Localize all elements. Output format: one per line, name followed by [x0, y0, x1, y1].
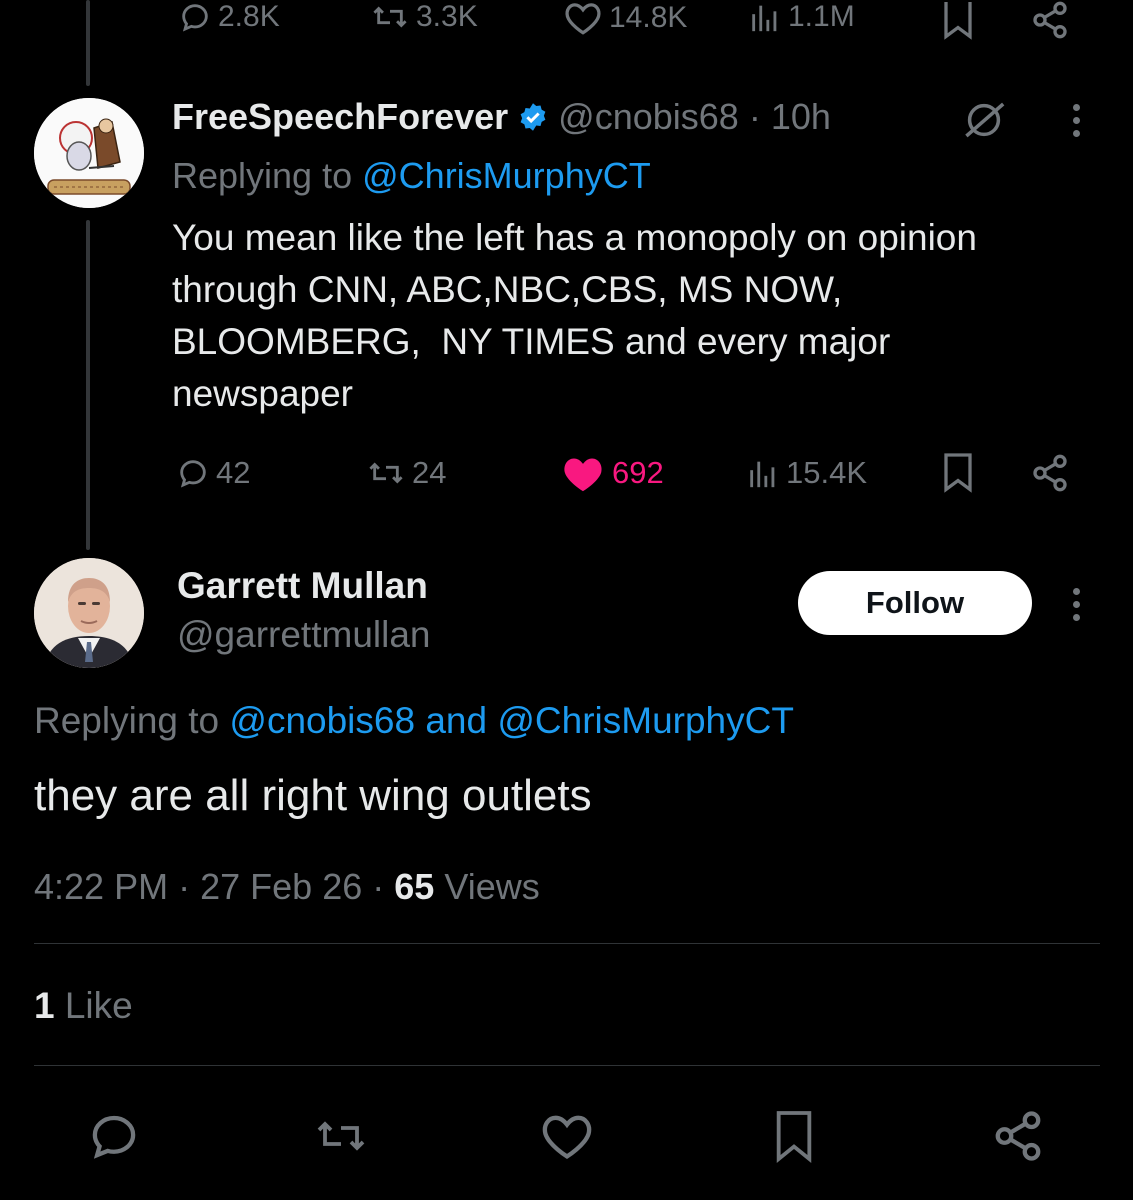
repost-action[interactable]: 24 [366, 448, 446, 498]
replying-prefix: Replying to [34, 700, 220, 741]
timestamp[interactable]: 10h [771, 96, 831, 138]
share-action[interactable] [1030, 448, 1070, 498]
views-label: Views [444, 866, 540, 907]
tweet-text-line: BLOOMBERG, NY TIMES and every major [172, 321, 891, 362]
reply-action[interactable]: 2.8K [178, 0, 280, 34]
bookmark-icon [944, 2, 972, 40]
more-options-icon[interactable] [1073, 588, 1080, 621]
repost-count: 3.3K [416, 0, 478, 33]
views-icon [752, 5, 777, 32]
tweet-date[interactable]: 27 Feb 26 [200, 866, 362, 907]
replying-and: and [425, 700, 488, 741]
follow-button[interactable]: Follow [798, 571, 1032, 635]
separator-dot: · [748, 96, 761, 137]
bookmark-action[interactable] [940, 0, 976, 40]
views-action[interactable]: 1.1M [748, 0, 855, 34]
verified-badge-icon [520, 103, 546, 131]
heart-filled-icon [564, 458, 602, 492]
views-icon [750, 461, 775, 488]
views-count: 65 [394, 866, 435, 907]
divider [34, 1065, 1100, 1066]
replying-to: Replying to @ChrisMurphyCT [172, 155, 651, 197]
more-options-icon[interactable] [1073, 104, 1080, 137]
handle[interactable]: @garrettmullan [177, 614, 431, 656]
like-action[interactable]: 692 [560, 448, 664, 498]
share-action[interactable] [1030, 0, 1070, 40]
mention-link[interactable]: @ChrisMurphyCT [497, 700, 794, 741]
views-action[interactable]: 15.4K [746, 448, 867, 498]
heart-icon [542, 1115, 592, 1160]
tweet1-actions: 42 24 692 15.4K [0, 448, 1133, 498]
share-icon [1033, 454, 1067, 492]
separator-dot: · [372, 866, 385, 907]
views-count: 1.1M [788, 0, 855, 33]
tweet-text-line: newspaper [172, 373, 354, 414]
reply-count: 42 [216, 455, 251, 490]
mention-link[interactable]: @ChrisMurphyCT [362, 155, 651, 196]
like-action[interactable]: 14.8K [563, 0, 687, 36]
divider [34, 943, 1100, 944]
repost-button[interactable] [313, 1108, 369, 1164]
thread-line-middle [86, 220, 90, 550]
views-count: 15.4K [786, 455, 868, 490]
repost-icon [317, 1121, 365, 1151]
bookmark-icon [944, 453, 972, 493]
profile-photo-image [34, 558, 144, 668]
reply-icon [180, 460, 206, 488]
display-name[interactable]: Garrett Mullan [177, 565, 428, 607]
like-count: 692 [612, 455, 664, 490]
avatar[interactable] [34, 98, 144, 208]
separator-dot: · [178, 866, 191, 907]
handle[interactable]: @cnobis68 [558, 96, 739, 138]
cartoon-avatar-image [34, 98, 144, 208]
like-count: 14.8K [609, 1, 688, 34]
reply-icon [92, 1115, 136, 1159]
tweet1-text: You mean like the left has a monopoly on… [172, 212, 1072, 420]
repost-icon [369, 462, 403, 484]
bookmark-button[interactable] [766, 1108, 822, 1164]
reply-icon [182, 4, 208, 32]
reply-count: 2.8K [218, 0, 280, 33]
tweet-text-line: You mean like the left has a monopoly on… [172, 217, 977, 258]
bookmark-icon [776, 1111, 812, 1164]
bookmark-action[interactable] [940, 448, 976, 498]
like-button[interactable] [539, 1108, 595, 1164]
replying-to: Replying to @cnobis68 and @ChrisMurphyCT [34, 700, 794, 742]
heart-icon [565, 3, 601, 35]
tweet-time[interactable]: 4:22 PM [34, 866, 168, 907]
tweet1-header: FreeSpeechForever @cnobis68 · 10h [172, 96, 831, 138]
reply-button[interactable] [86, 1108, 142, 1164]
share-icon [1033, 1, 1067, 39]
tweet-text: they are all right wing outlets [34, 771, 592, 820]
tweet-metadata: 4:22 PM · 27 Feb 26 · 65 Views [34, 866, 540, 908]
tweet-text-line: through CNN, ABC,NBC,CBS, MS NOW, [172, 269, 843, 310]
repost-count: 24 [412, 455, 447, 490]
repost-icon [373, 6, 407, 28]
repost-action[interactable]: 3.3K [370, 0, 478, 34]
avatar[interactable] [34, 558, 144, 668]
like-label: Like [64, 985, 133, 1026]
replying-prefix: Replying to [172, 155, 353, 196]
grok-button[interactable] [960, 100, 1008, 145]
likes-summary[interactable]: 1 Like [34, 985, 133, 1027]
grok-icon [965, 102, 1005, 138]
reply-action[interactable]: 42 [176, 448, 250, 498]
share-button[interactable] [990, 1108, 1046, 1164]
mention-link[interactable]: @cnobis68 [229, 700, 415, 741]
like-total: 1 [34, 985, 55, 1026]
display-name[interactable]: FreeSpeechForever [172, 96, 508, 138]
share-icon [995, 1111, 1041, 1161]
previous-tweet-actions: 2.8K 3.3K 14.8K 1.1M [0, 0, 1133, 44]
